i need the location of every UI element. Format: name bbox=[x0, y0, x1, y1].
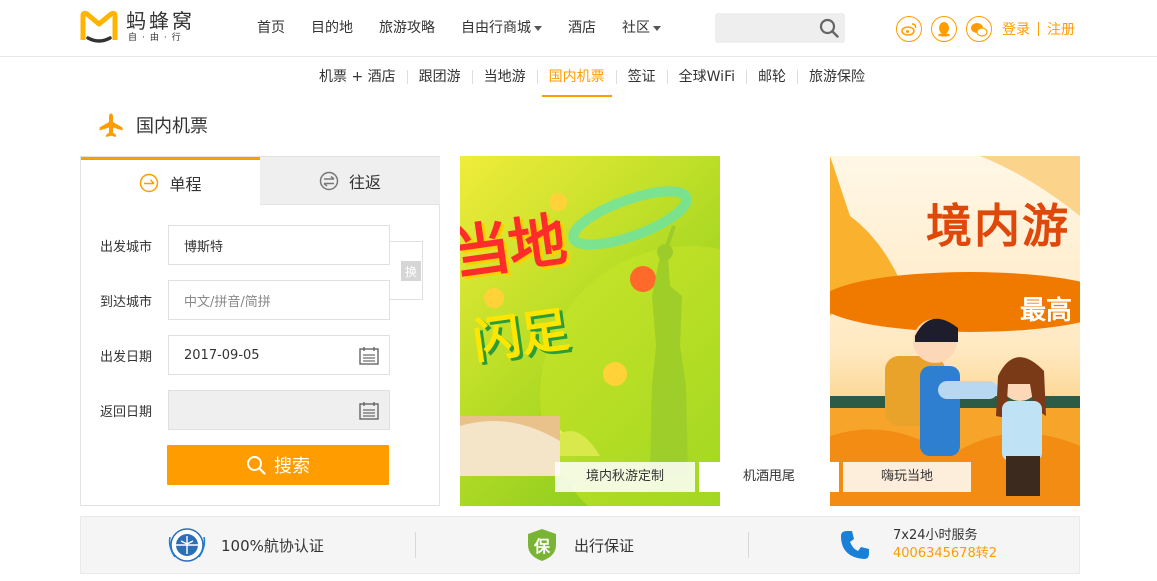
banner1-subheadline: 闪足 bbox=[469, 301, 573, 371]
depart-date-value: 2017-09-05 bbox=[184, 347, 260, 363]
search-input[interactable] bbox=[715, 13, 845, 43]
subnav-cruise[interactable]: 邮轮 bbox=[747, 58, 797, 97]
tab-one-way[interactable]: 单程 bbox=[81, 157, 260, 205]
trust-service: 7x24小时服务 4006345678转2 bbox=[839, 527, 997, 563]
banner-captions: 境内秋游定制 机酒甩尾 嗨玩当地 bbox=[555, 462, 975, 492]
service-phone[interactable]: 4006345678转2 bbox=[893, 545, 997, 563]
service-hours: 7x24小时服务 bbox=[893, 528, 978, 543]
return-date-label: 返回日期 bbox=[100, 404, 153, 420]
site-logo[interactable]: 蚂蜂窝 自·由·行 bbox=[80, 10, 195, 44]
trust-cert-label: 100%航协认证 bbox=[221, 536, 324, 555]
subnav-wifi[interactable]: 全球WiFi bbox=[668, 58, 746, 97]
search-button[interactable]: 搜索 bbox=[167, 445, 389, 485]
nav-hotels[interactable]: 酒店 bbox=[555, 0, 609, 57]
arrive-city-label: 到达城市 bbox=[100, 294, 153, 310]
tab-round-trip-label: 往返 bbox=[348, 172, 381, 192]
search-icon bbox=[247, 456, 266, 475]
nav-home[interactable]: 首页 bbox=[244, 0, 298, 57]
caac-emblem-icon bbox=[168, 528, 206, 562]
service-info: 7x24小时服务 4006345678转2 bbox=[893, 527, 997, 563]
nav-guides-label: 旅游攻略 bbox=[379, 20, 435, 36]
caption-flight-hotel-deals[interactable]: 机酒甩尾 bbox=[699, 462, 839, 492]
calendar-icon[interactable] bbox=[359, 401, 379, 420]
page-title: 国内机票 bbox=[98, 112, 208, 138]
nav-community-label: 社区 bbox=[622, 20, 650, 36]
weibo-icon[interactable] bbox=[896, 16, 922, 42]
promo-banner-domestic-travel[interactable]: 境内游 最高 bbox=[830, 156, 1080, 506]
trust-bar: 100%航协认证 保 出行保证 7x24小时服务 4006345678转2 bbox=[80, 516, 1080, 574]
nav-guides[interactable]: 旅游攻略 bbox=[366, 0, 448, 57]
depart-date-label: 出发日期 bbox=[100, 349, 153, 365]
subnav-flight-hotel[interactable]: 机票 + 酒店 bbox=[308, 58, 407, 97]
nav-destinations-label: 目的地 bbox=[311, 20, 353, 36]
trust-cert: 100%航协认证 bbox=[167, 527, 415, 563]
return-date-row: 返回日期 bbox=[100, 390, 390, 430]
search-button-label: 搜索 bbox=[274, 456, 310, 477]
depart-city-input[interactable]: 博斯特 bbox=[168, 225, 390, 265]
return-date-input[interactable] bbox=[168, 390, 390, 430]
subnav-group-tour[interactable]: 跟团游 bbox=[408, 58, 472, 97]
tab-one-way-label: 单程 bbox=[169, 174, 202, 194]
banner2-badge: 最高 bbox=[1020, 296, 1073, 326]
airplane-icon bbox=[99, 113, 123, 137]
banner2-headline: 境内游 bbox=[926, 199, 1070, 253]
swap-cities-button[interactable]: 换 bbox=[401, 261, 421, 281]
depart-city-row: 出发城市 博斯特 bbox=[100, 225, 390, 265]
auth-divider bbox=[1038, 22, 1039, 36]
round-trip-arrow-icon bbox=[319, 171, 339, 190]
trust-guarantee-label: 出行保证 bbox=[574, 536, 635, 555]
login-link[interactable]: 登录 bbox=[1002, 19, 1030, 39]
arrive-city-input[interactable]: 中文/拼音/简拼 bbox=[168, 280, 390, 320]
depart-date-input[interactable]: 2017-09-05 bbox=[168, 335, 390, 375]
register-link[interactable]: 注册 bbox=[1047, 19, 1075, 39]
wechat-icon[interactable] bbox=[966, 16, 992, 42]
shield-icon-text: 保 bbox=[533, 537, 550, 556]
subnav-visa[interactable]: 签证 bbox=[617, 58, 667, 97]
logo-title: 蚂蜂窝 bbox=[126, 9, 195, 33]
chevron-down-icon bbox=[653, 25, 661, 31]
divider bbox=[748, 532, 749, 558]
flight-search-panel: 单程 往返 出发城市 博斯特 到达城市 中文/拼音/简拼 出发日期 2017-0… bbox=[80, 156, 440, 506]
shield-icon: 保 bbox=[526, 528, 558, 562]
product-subnav: 机票 + 酒店 跟团游 当地游 国内机票 签证 全球WiFi 邮轮 旅游保险 bbox=[308, 58, 876, 97]
trust-guarantee: 保 出行保证 bbox=[526, 528, 748, 562]
depart-date-row: 出发日期 2017-09-05 bbox=[100, 335, 390, 375]
subnav-insurance[interactable]: 旅游保险 bbox=[798, 58, 876, 97]
chevron-down-icon bbox=[534, 25, 542, 31]
subnav-domestic-flights[interactable]: 国内机票 bbox=[538, 58, 616, 97]
nav-hotels-label: 酒店 bbox=[568, 20, 596, 36]
tab-round-trip[interactable]: 往返 bbox=[260, 157, 440, 205]
caption-local-fun[interactable]: 嗨玩当地 bbox=[843, 462, 971, 492]
one-way-arrow-icon bbox=[140, 173, 159, 192]
qq-icon[interactable] bbox=[931, 16, 957, 42]
main-nav: 首页 目的地 旅游攻略 自由行商城 酒店 社区 bbox=[244, 0, 674, 57]
calendar-icon[interactable] bbox=[359, 346, 379, 365]
page-title-text: 国内机票 bbox=[136, 116, 208, 137]
search-icon[interactable] bbox=[819, 18, 839, 38]
nav-community[interactable]: 社区 bbox=[609, 0, 674, 57]
divider bbox=[415, 532, 416, 558]
caption-autumn-custom[interactable]: 境内秋游定制 bbox=[555, 462, 695, 492]
nav-mall-label: 自由行商城 bbox=[461, 20, 531, 36]
logo-m-icon bbox=[80, 10, 118, 43]
logo-subtitle: 自·由·行 bbox=[128, 33, 186, 43]
auth-links: 登录 注册 bbox=[1002, 19, 1075, 39]
subnav-local-tour[interactable]: 当地游 bbox=[473, 58, 537, 97]
depart-city-label: 出发城市 bbox=[100, 239, 153, 255]
nav-destinations[interactable]: 目的地 bbox=[298, 0, 366, 57]
arrive-city-row: 到达城市 中文/拼音/简拼 bbox=[100, 280, 390, 320]
top-header: 蚂蜂窝 自·由·行 首页 目的地 旅游攻略 自由行商城 酒店 社区 登录 注册 bbox=[0, 0, 1157, 57]
nav-home-label: 首页 bbox=[257, 20, 285, 36]
nav-mall[interactable]: 自由行商城 bbox=[448, 0, 555, 57]
social-links bbox=[896, 16, 1001, 42]
phone-icon bbox=[841, 531, 869, 559]
banner1-headline: 当地 bbox=[460, 205, 569, 289]
promo-banner-autumn-domestic[interactable]: 当地 闪足 bbox=[460, 156, 720, 506]
